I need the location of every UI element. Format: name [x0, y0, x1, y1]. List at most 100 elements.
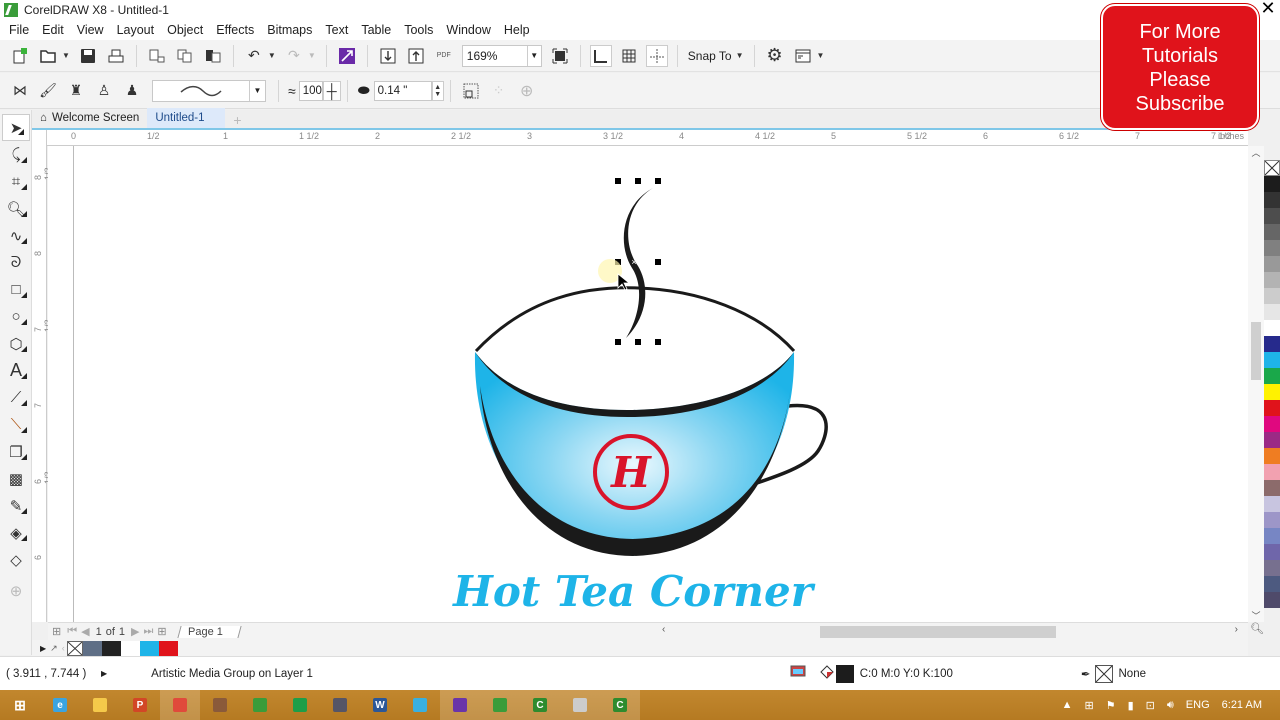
horizontal-scrollbar[interactable]: ‹ ›	[658, 622, 1248, 640]
menu-table[interactable]: Table	[361, 23, 391, 37]
menu-object[interactable]: Object	[167, 23, 203, 37]
menu-file[interactable]: File	[9, 23, 29, 37]
smoothing-input[interactable]: 100	[298, 80, 323, 101]
battery-icon[interactable]: ▮	[1128, 699, 1134, 712]
tab-welcome-screen[interactable]: ⌂ Welcome Screen	[32, 108, 147, 128]
network-icon[interactable]: ⊡	[1146, 699, 1155, 712]
undo-button[interactable]: ↶	[243, 45, 265, 67]
menu-text[interactable]: Text	[325, 23, 348, 37]
new-tab-button[interactable]: +	[225, 112, 249, 128]
new-document-button[interactable]	[9, 45, 31, 67]
clock[interactable]: 6:21 AM	[1222, 699, 1262, 711]
save-button[interactable]	[77, 45, 99, 67]
color-swatch[interactable]	[1264, 208, 1280, 224]
taskbar-word[interactable]: W	[360, 690, 400, 720]
taskbar-excel-like[interactable]	[280, 690, 320, 720]
no-color-swatch[interactable]	[1264, 160, 1280, 176]
calligraphic-tool-button[interactable]: ♟	[121, 80, 143, 102]
open-dropdown-icon[interactable]: ▼	[62, 51, 70, 60]
horizontal-ruler[interactable]: 0 1/2 1 1 1/2 2 2 1/2 3 3 1/2 4 4 1/2 5 5 1/2 6 6 1/2…	[47, 130, 1248, 146]
color-swatch[interactable]	[1264, 464, 1280, 480]
scroll-palette-left-icon[interactable]: ‹	[62, 643, 65, 653]
status-menu-icon[interactable]: ▶	[101, 669, 107, 678]
menu-tools[interactable]: Tools	[404, 23, 433, 37]
open-button[interactable]	[37, 45, 59, 67]
vertical-scroll-thumb[interactable]	[1251, 322, 1261, 380]
add-button[interactable]: ⊕	[516, 80, 538, 102]
application-launcher-button[interactable]	[792, 45, 814, 67]
eyedropper-tool[interactable]: ✎	[0, 492, 32, 519]
color-swatch[interactable]	[1264, 592, 1280, 608]
show-rulers-button[interactable]	[589, 44, 612, 67]
color-swatch[interactable]	[1264, 256, 1280, 272]
horizontal-scroll-thumb[interactable]	[820, 626, 1056, 638]
stroke-width-input[interactable]: 0.14 "	[373, 80, 432, 101]
color-swatch[interactable]	[1264, 496, 1280, 512]
add-page-after-icon[interactable]: ⊞	[157, 625, 166, 638]
taskbar-internet-explorer[interactable]: e	[40, 690, 80, 720]
stroke-preset-select[interactable]: ▼	[152, 79, 266, 102]
color-swatch[interactable]	[1264, 272, 1280, 288]
freehand-tool[interactable]: ∿	[0, 222, 32, 249]
previous-page-icon[interactable]: ◀	[81, 625, 89, 638]
redo-dropdown-icon[interactable]: ▼	[308, 51, 316, 60]
fill-color-swatch[interactable]	[835, 664, 854, 683]
mirror-horizontal-button[interactable]: ⋈	[9, 80, 31, 102]
taskbar-media-player[interactable]	[320, 690, 360, 720]
vertical-scrollbar[interactable]: ︿ ﹀	[1248, 146, 1264, 622]
vertical-ruler[interactable]: 8 1/287 1/276 1/26	[32, 130, 53, 622]
color-swatch[interactable]	[1264, 224, 1280, 240]
launcher-dropdown-icon[interactable]: ▼	[817, 51, 825, 60]
menu-layout[interactable]: Layout	[117, 23, 155, 37]
ellipse-tool[interactable]: ○	[0, 303, 32, 330]
show-guidelines-button[interactable]	[645, 44, 668, 67]
brush-tool-button[interactable]: ♜	[65, 80, 87, 102]
color-proof-icon[interactable]	[790, 665, 806, 682]
export-button[interactable]	[405, 45, 427, 67]
page-tab[interactable]: Page 1	[177, 625, 242, 638]
import-button[interactable]	[377, 45, 399, 67]
shape-tool[interactable]: ⤹	[0, 141, 32, 168]
taskbar-powerpoint[interactable]: P	[120, 690, 160, 720]
close-window-button[interactable]: ✕	[1258, 0, 1278, 19]
chevron-down-icon[interactable]: ▼	[526, 45, 541, 66]
document-color-swatch[interactable]	[120, 640, 140, 656]
snap-to-button[interactable]: Snap To	[688, 49, 732, 63]
color-swatch[interactable]	[1264, 320, 1280, 336]
color-swatch[interactable]	[1264, 192, 1280, 208]
color-swatch[interactable]	[1264, 544, 1280, 560]
copy-button[interactable]	[174, 45, 196, 67]
color-swatch[interactable]	[1264, 176, 1280, 192]
color-swatch[interactable]	[1264, 480, 1280, 496]
color-swatch[interactable]	[1264, 528, 1280, 544]
color-swatch[interactable]	[1264, 432, 1280, 448]
zoom-level-select[interactable]: 169% ▼	[461, 44, 542, 67]
color-swatch[interactable]	[1264, 400, 1280, 416]
color-swatch[interactable]	[1264, 512, 1280, 528]
scroll-right-icon[interactable]: ›	[1235, 624, 1238, 635]
scroll-down-icon[interactable]: ﹀	[1248, 609, 1264, 622]
taskbar-start[interactable]: ⊞	[0, 690, 40, 720]
customize-toolbox-button[interactable]: ⊕	[0, 577, 32, 604]
action-center-icon[interactable]: ⚑	[1106, 699, 1116, 712]
color-swatch[interactable]	[1264, 416, 1280, 432]
taskbar-corel-capture[interactable]: C	[600, 690, 640, 720]
color-swatch[interactable]	[1264, 576, 1280, 592]
no-color-swatch[interactable]	[66, 640, 83, 656]
artistic-media-tool[interactable]: ᘐ	[0, 249, 32, 276]
color-swatch[interactable]	[1264, 304, 1280, 320]
smoothing-slider-button[interactable]: ┼	[322, 80, 341, 101]
redo-button[interactable]: ↷	[283, 45, 305, 67]
color-swatch[interactable]	[1264, 368, 1280, 384]
last-page-icon[interactable]: ⏭	[144, 625, 154, 638]
connector-tool[interactable]: ⟍	[0, 411, 32, 438]
text-tool[interactable]: A	[0, 357, 32, 384]
chevron-down-icon[interactable]: ▼	[249, 80, 265, 101]
snap-to-dropdown-icon[interactable]: ▼	[736, 51, 744, 60]
palette-menu-icon[interactable]: ▶	[40, 644, 46, 653]
first-page-icon[interactable]: ⏮	[67, 625, 77, 638]
eyedropper-small-icon[interactable]: ↗	[50, 643, 58, 654]
taskbar-file-explorer[interactable]	[80, 690, 120, 720]
color-swatch[interactable]	[1264, 240, 1280, 256]
paste-button[interactable]	[202, 45, 224, 67]
